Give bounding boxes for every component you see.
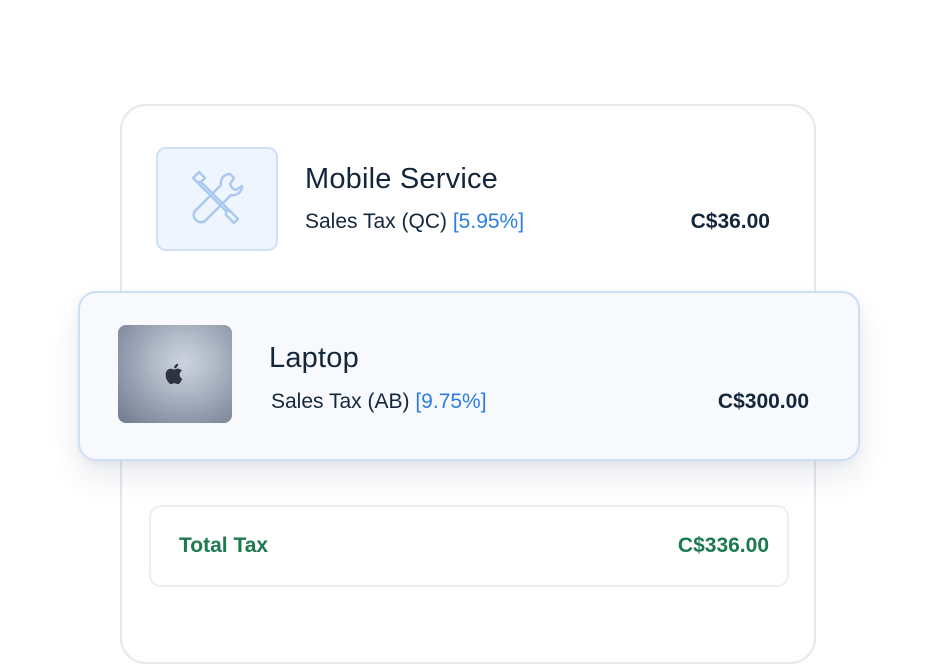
- total-tax-amount: C$336.00: [677, 534, 769, 557]
- tax-label: Sales Tax (QC): [305, 210, 447, 233]
- line-item-mobile-service[interactable]: Mobile Service Sales Tax (QC) [5.95%] C$…: [156, 147, 780, 253]
- tax-rate: [9.75%]: [415, 390, 487, 413]
- tax-label: Sales Tax (AB): [271, 390, 410, 413]
- tax-rate: [5.95%]: [452, 210, 525, 233]
- line-item-laptop[interactable]: Laptop Sales Tax (AB) [9.75%] C$300.00: [78, 291, 860, 461]
- tax-line: Sales Tax (QC) [5.95%]: [305, 210, 524, 234]
- total-tax-label: Total Tax: [179, 534, 269, 557]
- service-icon-tile: [156, 147, 278, 251]
- wrench-screwdriver-icon: [191, 170, 244, 225]
- item-amount: C$36.00: [690, 210, 770, 233]
- total-tax-row: Total Tax C$336.00: [149, 505, 789, 587]
- apple-logo-icon: [165, 363, 183, 385]
- tax-line: Sales Tax (AB) [9.75%]: [271, 390, 487, 414]
- item-amount: C$300.00: [717, 390, 809, 413]
- item-name: Mobile Service: [305, 163, 498, 195]
- laptop-image: [118, 325, 232, 423]
- item-name: Laptop: [269, 342, 359, 374]
